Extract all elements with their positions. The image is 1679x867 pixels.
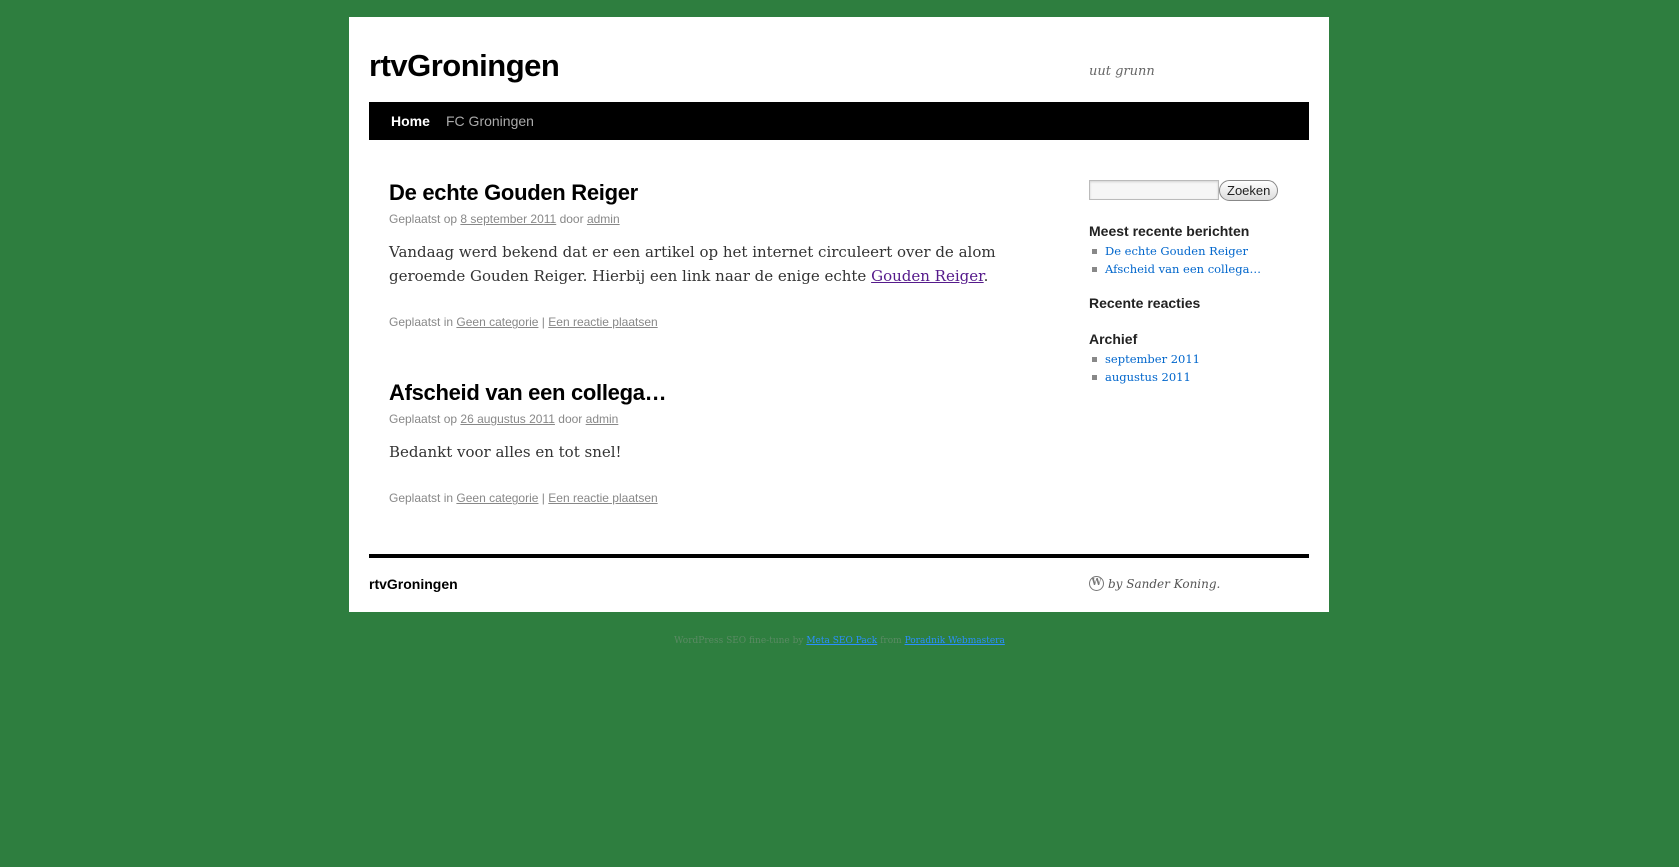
post: De echte Gouden Reiger Geplaatst op 8 se… [389,180,1029,329]
archive-item[interactable]: augustus 2011 [1089,368,1200,386]
site-description: uut grunn [1089,64,1155,79]
footer-divider [369,554,1309,558]
recent-comments-title: Recente reacties [1089,295,1201,311]
main-nav: Home FC Groningen [369,102,1309,140]
footer-credit-text: by Sander Koning. [1108,576,1221,591]
page-wrapper: rtvGroningen uut grunn Home FC Groningen… [349,17,1329,612]
post-text: Bedankt voor alles en tot snel! [389,443,622,462]
nav-item-home[interactable]: Home [391,113,430,129]
post-content: Bedankt voor alles en tot snel! [389,440,1029,464]
category-link[interactable]: Geen categorie [456,315,538,329]
post-text-end: . [983,267,989,286]
recent-post-item[interactable]: De echte Gouden Reiger [1089,242,1261,260]
category-link[interactable]: Geen categorie [456,491,538,505]
recent-posts-title: Meest recente berichten [1089,223,1250,239]
bullet-icon [1092,357,1097,362]
post-utility: Geplaatst in Geen categorie | Een reacti… [389,315,1029,329]
post-content: Vandaag werd bekend dat er een artikel o… [389,240,1029,288]
wordpress-icon[interactable]: W [1089,576,1104,591]
archive-item[interactable]: september 2011 [1089,350,1200,368]
archive-label: september 2011 [1105,352,1200,366]
post-author-link[interactable]: admin [587,212,620,226]
meta-by: door [559,212,584,227]
utility-prefix: Geplaatst in [389,315,454,330]
search-button[interactable]: Zoeken [1219,180,1279,201]
archive-label: augustus 2011 [1105,370,1191,384]
utility-prefix: Geplaatst in [389,491,454,506]
gouden-reiger-link[interactable]: Gouden Reiger [871,267,984,285]
meta-seo-pack-link[interactable]: Meta SEO Pack [806,636,877,646]
utility-separator: | [541,491,545,506]
credits-text: WordPress SEO fine-tune by [674,636,804,646]
reply-link[interactable]: Een reactie plaatsen [548,315,657,329]
archive-list: september 2011 augustus 2011 [1089,350,1200,386]
credits-from: from [880,636,902,646]
recent-posts-list: De echte Gouden Reiger Afscheid van een … [1089,242,1261,278]
utility-separator: | [541,315,545,330]
post-title[interactable]: De echte Gouden Reiger [389,180,1029,206]
recent-post-label: Afscheid van een collega… [1105,262,1261,276]
recent-post-item[interactable]: Afscheid van een collega… [1089,260,1261,278]
search-input[interactable] [1089,180,1219,200]
post-utility: Geplaatst in Geen categorie | Een reacti… [389,491,1029,505]
meta-by: door [558,412,583,427]
archive-title: Archief [1089,331,1138,347]
post: Afscheid van een collega… Geplaatst op 2… [389,380,1029,505]
post-meta: Geplaatst op 26 augustus 2011 door admin [389,412,1029,426]
post-author-link[interactable]: admin [586,412,619,426]
site-title[interactable]: rtvGroningen [369,47,560,84]
post-date-link[interactable]: 8 september 2011 [460,212,556,226]
poradnik-webmastera-link[interactable]: Poradnik Webmastera [905,636,1005,646]
footer-site-title[interactable]: rtvGroningen [369,576,458,592]
bullet-icon [1092,249,1097,254]
meta-prefix: Geplaatst op [389,412,458,427]
post-date-link[interactable]: 26 augustus 2011 [460,412,555,426]
recent-post-label: De echte Gouden Reiger [1105,244,1248,258]
reply-link[interactable]: Een reactie plaatsen [548,491,657,505]
bullet-icon [1092,267,1097,272]
post-meta: Geplaatst op 8 september 2011 door admin [389,212,1029,226]
footer-credit: W by Sander Koning. [1089,576,1220,591]
nav-item-fc-groningen[interactable]: FC Groningen [446,113,534,129]
post-title[interactable]: Afscheid van een collega… [389,380,1029,406]
bullet-icon [1092,375,1097,380]
meta-prefix: Geplaatst op [389,212,458,227]
seo-credits: WordPress SEO fine-tune by Meta SEO Pack… [0,636,1679,646]
